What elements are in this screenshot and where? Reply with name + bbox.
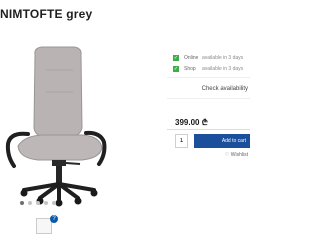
chair-seat xyxy=(17,134,103,161)
gallery-pagination xyxy=(20,201,56,205)
stock-status-text: available in 3 days xyxy=(202,54,244,61)
thumbnail-badge: ? xyxy=(50,215,58,223)
product-title: NIMTOFTE grey xyxy=(0,7,93,21)
quantity-input[interactable] xyxy=(175,134,188,148)
cart-row: Add to cart xyxy=(167,134,250,148)
purchase-panel: ✓ Online available in 3 days ✓ Shop avai… xyxy=(167,52,250,162)
stock-row-online: ✓ Online available in 3 days xyxy=(167,52,250,63)
chair-base xyxy=(22,182,96,202)
gallery-dot[interactable] xyxy=(28,201,32,205)
wishlist-link[interactable]: ♡ Wishlist xyxy=(167,152,250,162)
check-availability-link[interactable]: Check availability xyxy=(167,77,250,99)
stock-location-label: Online xyxy=(184,54,199,61)
product-gallery xyxy=(0,40,148,220)
add-to-cart-button[interactable]: Add to cart xyxy=(194,134,250,148)
gallery-dot[interactable] xyxy=(44,201,48,205)
stock-row-shop: ✓ Shop available in 3 days xyxy=(167,63,250,74)
gallery-dot[interactable] xyxy=(36,201,40,205)
checkmark-icon: ✓ xyxy=(173,65,179,72)
checkmark-icon: ✓ xyxy=(173,54,179,61)
price-row: 399.00 ₾ xyxy=(167,116,250,130)
gallery-dot[interactable] xyxy=(52,201,56,205)
stock-location-label: Shop xyxy=(184,65,196,72)
stock-status-text: available in 3 days xyxy=(202,65,244,72)
chair-image[interactable] xyxy=(0,40,148,208)
product-price: 399.00 ₾ xyxy=(175,118,208,127)
gallery-dot[interactable] xyxy=(20,201,24,205)
